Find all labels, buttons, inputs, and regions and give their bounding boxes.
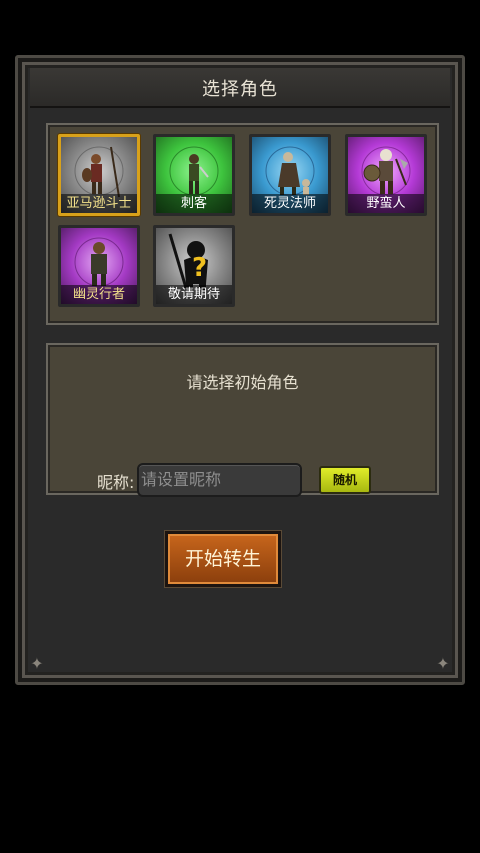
description-text: 请选择初始角色 <box>186 373 299 392</box>
role-select-dialog: ✦ ✦ ✦ ✦ 选择角色 亚马逊斗士 <box>15 55 465 685</box>
role-label: 敬请期待 <box>156 285 232 304</box>
corner-ornament-icon: ✦ <box>30 653 44 673</box>
random-name-button[interactable]: 随机 <box>319 466 371 494</box>
nickname-input[interactable]: 请设置昵称 <box>137 463 302 497</box>
role-grid-panel: 亚马逊斗士 刺客 死灵法师 野蛮人 幽灵行者 ? 敬请期待 <box>46 123 439 325</box>
role-label: 死灵法师 <box>252 194 328 213</box>
nickname-label: 昵称: <box>97 473 135 492</box>
corner-ornament-icon: ✦ <box>436 653 450 673</box>
role-label: 幽灵行者 <box>61 285 137 304</box>
dialog-title: 选择角色 <box>202 79 278 100</box>
start-button[interactable]: 开始转生 <box>165 531 281 587</box>
role-label: 野蛮人 <box>348 194 424 213</box>
role-card-coming-soon[interactable]: ? 敬请期待 <box>153 225 235 307</box>
role-label: 亚马逊斗士 <box>61 194 137 213</box>
title-bar: 选择角色 <box>30 68 450 108</box>
role-card-ghost-walker[interactable]: 幽灵行者 <box>58 225 140 307</box>
role-card-barbarian[interactable]: 野蛮人 <box>345 134 427 216</box>
role-card-amazon[interactable]: 亚马逊斗士 <box>58 134 140 216</box>
svg-text:?: ? <box>192 253 207 283</box>
role-card-necromancer[interactable]: 死灵法师 <box>249 134 331 216</box>
role-label: 刺客 <box>156 194 232 213</box>
role-card-assassin[interactable]: 刺客 <box>153 134 235 216</box>
